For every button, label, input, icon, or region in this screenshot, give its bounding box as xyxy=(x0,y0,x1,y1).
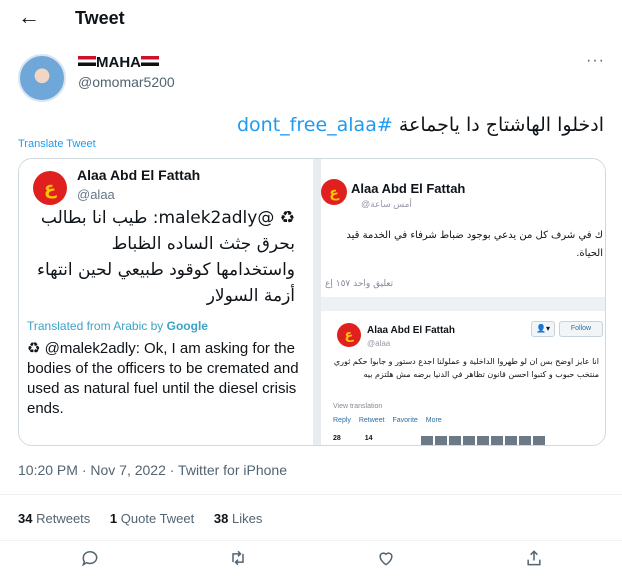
retweets-count: 34 xyxy=(18,511,33,526)
alaa-logo-icon: ع xyxy=(321,179,347,205)
rb-count-favorites: 14 xyxy=(364,435,373,442)
retweets-label: Retweets xyxy=(36,511,91,526)
egypt-flag-icon xyxy=(141,56,159,66)
rb-actions: Reply Retweet Favorite More xyxy=(333,417,448,424)
likes-count: 38 xyxy=(213,511,229,526)
rt-stats: تعليق واحد ١٥٧ إع xyxy=(325,279,394,289)
view-translation-link: View translation xyxy=(333,403,383,410)
avatar-thumbnails xyxy=(421,433,547,445)
alaa-logo-icon: ع xyxy=(337,323,361,347)
rt-subtitle: @أمس ساعة xyxy=(361,199,412,209)
reply-icon[interactable] xyxy=(80,548,104,572)
user-menu-icon: 👤▾ xyxy=(531,321,555,337)
tweet-timestamp[interactable]: 10:20 PM · Nov 7, 2022 · Twitter for iPh… xyxy=(18,462,287,478)
engagement-stats: 34 Retweets 1 Quote Tweet 38 Likes xyxy=(18,511,278,526)
image-divider xyxy=(313,159,321,445)
arrow-left-icon[interactable]: ← xyxy=(18,4,40,30)
top-bar: ← Tweet xyxy=(0,0,622,36)
likes-label: Likes xyxy=(231,511,263,526)
translate-tweet-link[interactable]: Translate Tweet xyxy=(18,138,96,150)
rb-counts: 28 14 xyxy=(333,435,395,442)
page-title: Tweet xyxy=(75,8,125,28)
translated-from-text: Translated from Arabic by xyxy=(27,319,164,333)
left-english-text: ♻ @malek2adly: Ok, I am asking for the b… xyxy=(27,340,299,417)
google-logo: Google xyxy=(166,319,208,333)
rt-text: ك في شرف كل من يدعي بوجود ضباط شرفاء في … xyxy=(346,230,603,259)
egypt-flag-icon xyxy=(78,56,96,66)
share-icon[interactable] xyxy=(524,548,548,572)
screenshot-right-top: ع Alaa Abd El Fattah @أمس ساعة ك في شرف … xyxy=(321,159,605,297)
screenshot-right-bottom: ع Alaa Abd El Fattah @alaa 👤▾ Follow انا… xyxy=(321,311,605,445)
like-icon[interactable] xyxy=(376,548,400,572)
divider xyxy=(0,540,622,541)
left-author-handle: @alaa xyxy=(77,187,115,202)
follow-button: Follow xyxy=(559,321,603,337)
author-name-text: MAHA xyxy=(96,54,141,71)
divider xyxy=(0,494,622,495)
rb-favorite: Favorite xyxy=(392,417,418,424)
alaa-logo-icon: ع xyxy=(33,171,67,205)
tweet-image[interactable]: ع Alaa Abd El Fattah @alaa ♻ @malek2adly… xyxy=(18,158,606,446)
tweet-text: ادخلوا الهاشتاج دا ياجماعة #dont_free_al… xyxy=(237,114,604,136)
likes-stat[interactable]: 38 Likes xyxy=(214,511,262,526)
more-options-icon[interactable]: ··· xyxy=(586,52,605,70)
quotes-count: 1 xyxy=(109,511,118,526)
retweets-stat[interactable]: 34 Retweets xyxy=(18,511,90,526)
author-handle[interactable]: @omomar5200 xyxy=(78,74,175,90)
quotes-stat[interactable]: 1 Quote Tweet xyxy=(110,511,194,526)
quotes-label: Quote Tweet xyxy=(120,511,195,526)
left-author-name: Alaa Abd El Fattah xyxy=(77,167,201,183)
rt-author-name: Alaa Abd El Fattah xyxy=(351,181,466,196)
rb-retweet: Retweet xyxy=(358,417,385,424)
image-divider xyxy=(321,297,605,311)
left-arabic-text: ♻ @malek2adly: طيب انا بطالب بحرق جثث ال… xyxy=(37,208,295,306)
rb-text: انا عايز اوضح بس ان لو طهروا الداخلية و … xyxy=(333,357,599,379)
rb-reply: Reply xyxy=(333,417,351,424)
rb-author-name: Alaa Abd El Fattah xyxy=(367,325,455,336)
translated-by-label: Translated from Arabic by Google xyxy=(27,319,208,333)
screenshot-left-tweet: ع Alaa Abd El Fattah @alaa ♻ @malek2adly… xyxy=(19,159,313,445)
author-name[interactable]: MAHA xyxy=(78,54,159,71)
tweet-arabic-text: ادخلوا الهاشتاج دا ياجماعة xyxy=(398,114,604,136)
retweet-icon[interactable] xyxy=(228,548,252,572)
hashtag-link[interactable]: #dont_free_alaa xyxy=(237,114,393,136)
avatar[interactable] xyxy=(18,54,66,102)
rb-author-handle: @alaa xyxy=(367,339,391,348)
rb-more: More xyxy=(425,417,442,424)
rb-count-retweets: 28 xyxy=(333,435,341,442)
